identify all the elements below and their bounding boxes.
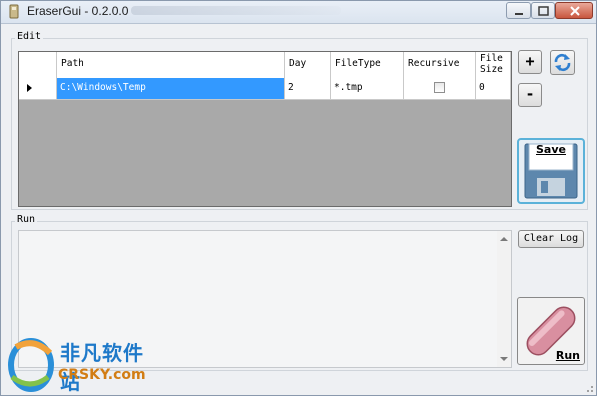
scroll-down-arrow-icon[interactable] (500, 357, 508, 361)
close-button[interactable] (555, 2, 593, 19)
column-header-file-size[interactable]: File Size (476, 52, 511, 78)
current-row-arrow-icon (27, 84, 32, 92)
run-button[interactable]: Run (517, 297, 585, 365)
clear-log-button[interactable]: Clear Log (518, 230, 584, 248)
run-label: Run (555, 349, 580, 362)
rules-grid[interactable]: Path Day FileType Recursive File Size C:… (18, 51, 512, 207)
crsky-watermark: 非凡软件站 CRSKY.com (4, 333, 162, 395)
run-group-label: Run (15, 214, 38, 225)
refresh-icon (554, 53, 571, 72)
save-label: Save (536, 143, 566, 156)
add-row-button[interactable]: + (518, 50, 542, 74)
watermark-english-text: CRSKY.com (58, 367, 146, 383)
crsky-logo-icon (8, 338, 54, 392)
remove-row-button[interactable]: - (518, 83, 542, 107)
minimize-button[interactable] (506, 2, 531, 19)
column-header-recursive[interactable]: Recursive (404, 52, 476, 78)
scroll-up-arrow-icon[interactable] (500, 237, 508, 241)
cell-file-size[interactable]: 0 (476, 78, 511, 99)
title-bar[interactable]: EraserGui - 0.2.0.0 (1, 1, 596, 24)
cell-day[interactable]: 2 (285, 78, 331, 99)
app-icon (9, 4, 19, 19)
watermark-chinese-text: 非凡软件站 (60, 341, 144, 394)
recursive-checkbox[interactable] (434, 82, 445, 93)
edit-group-label: Edit (15, 31, 44, 42)
close-icon (570, 6, 580, 16)
cell-path[interactable]: C:\Windows\Temp (57, 78, 285, 99)
minimize-icon (515, 13, 523, 15)
resize-grip-icon[interactable] (584, 383, 594, 393)
refresh-button[interactable] (550, 50, 575, 75)
window-title: EraserGui - 0.2.0.0 (27, 4, 129, 18)
column-header-day[interactable]: Day (285, 52, 331, 78)
main-window: EraserGui - 0.2.0.0 Edit Path Day FileTy… (0, 0, 597, 396)
column-header-file-size-line1: File (480, 53, 503, 64)
save-button[interactable]: Save (517, 138, 585, 204)
column-header-filetype[interactable]: FileType (331, 52, 404, 78)
column-header-file-size-line2: Size (480, 64, 503, 75)
maximize-button[interactable] (531, 2, 555, 19)
maximize-icon (538, 6, 549, 16)
cell-recursive[interactable] (404, 78, 476, 99)
row-header-corner (19, 52, 57, 78)
title-blur (131, 6, 341, 15)
grid-header: Path Day FileType Recursive File Size (19, 52, 511, 79)
cell-filetype[interactable]: *.tmp (331, 78, 404, 99)
log-scrollbar[interactable] (497, 231, 511, 367)
column-header-path[interactable]: Path (57, 52, 285, 78)
table-row[interactable]: C:\Windows\Temp 2 *.tmp 0 (19, 78, 511, 100)
row-selector[interactable] (19, 78, 57, 99)
